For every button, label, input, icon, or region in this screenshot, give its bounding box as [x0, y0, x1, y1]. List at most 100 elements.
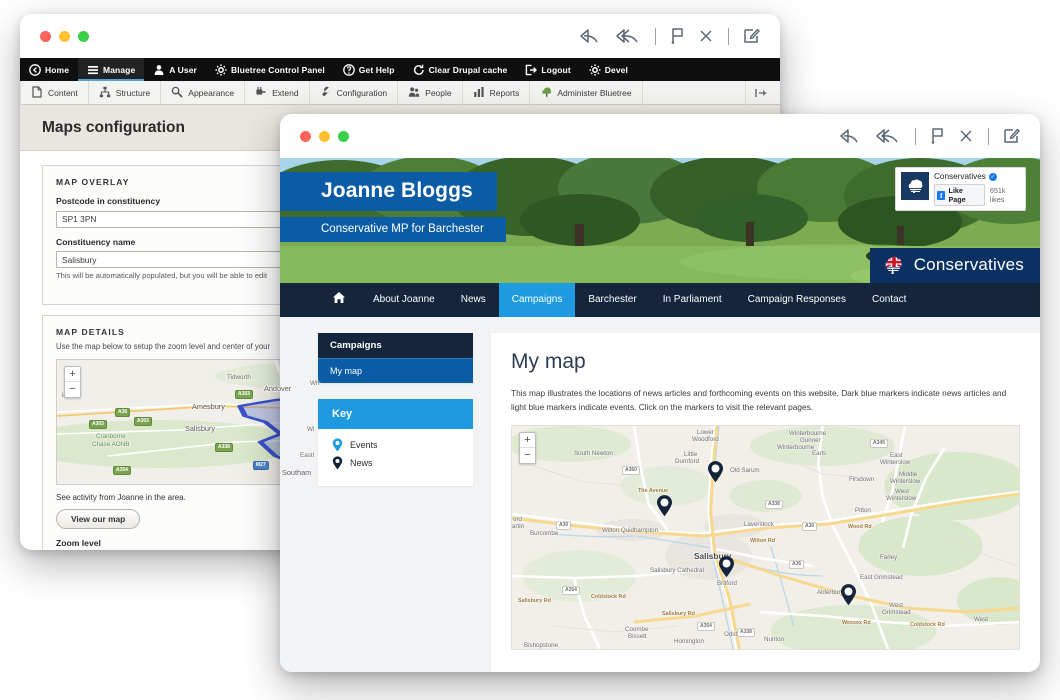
admin-toolbar-label: Home [45, 64, 70, 75]
site-map-place-label: Winterslow [886, 495, 917, 503]
admin-map-road-shield: M27 [253, 460, 269, 470]
logout-icon [525, 64, 538, 76]
admin-traffic-lights[interactable] [20, 30, 89, 42]
manage-menu-item-reports[interactable]: Reports [463, 80, 531, 105]
minus-icon[interactable]: − [520, 448, 535, 463]
site-map-road-label: A338 [737, 628, 755, 638]
admin-toolbar-item-get-help[interactable]: Get Help [334, 58, 404, 81]
site-map-place-label: Old Sarum [730, 467, 760, 475]
admin-toolbar-item-logout[interactable]: Logout [516, 58, 579, 81]
back-arrow-icon[interactable] [579, 27, 601, 45]
site-map-road-label: A354 [562, 586, 580, 596]
marker-wilton[interactable] [656, 495, 673, 517]
close-x-icon[interactable] [698, 27, 714, 45]
site-map-road-label: Salisbury Rd [518, 598, 551, 605]
conservatives-brand-logo[interactable]: Conservatives [869, 248, 1040, 283]
site-map-zoom-control[interactable]: + − [519, 432, 536, 465]
home-icon[interactable] [318, 283, 360, 317]
site-map-road-label: The Avenue [638, 488, 669, 495]
minimize-window-button[interactable] [319, 130, 330, 142]
compose-icon[interactable] [743, 27, 760, 45]
close-window-button[interactable] [40, 30, 51, 42]
admin-map-zoom-control[interactable]: + − [64, 365, 81, 398]
back-all-arrow-icon[interactable] [875, 127, 901, 145]
compose-icon[interactable] [1003, 127, 1020, 145]
manage-menu-item-appearance[interactable]: Appearance [161, 80, 246, 105]
admin-toolbar-item-clear-drupal-cache[interactable]: Clear Drupal cache [404, 58, 517, 81]
marker-salisbury[interactable] [718, 556, 735, 578]
site-map-place-label: Winterbourne [777, 444, 815, 452]
nav-item-in-parliament[interactable]: In Parliament [650, 283, 735, 317]
back-all-arrow-icon[interactable] [615, 27, 641, 45]
maximize-window-button[interactable] [78, 30, 89, 42]
map-key-block: Key Events News [318, 399, 473, 486]
mp-name-banner: Joanne Bloggs [280, 172, 497, 211]
manage-menu-item-extend[interactable]: Extend [245, 80, 310, 105]
marker-alderbury[interactable] [840, 584, 857, 606]
minimize-window-button[interactable] [59, 30, 70, 42]
nav-item-campaigns[interactable]: Campaigns [498, 283, 576, 317]
map-pin-icon [332, 438, 343, 452]
site-map-place-label: Pitton [855, 507, 871, 515]
admin-toolbar-label: Logout [541, 64, 571, 75]
flag-icon[interactable] [930, 127, 944, 145]
site-traffic-lights[interactable] [280, 130, 349, 142]
site-main-navigation[interactable]: About Joanne News Campaigns Barchester In Pa… [280, 283, 1040, 317]
site-map-place-label: Firsdown [849, 476, 875, 484]
manage-menu-item-structure[interactable]: Structure [89, 80, 162, 105]
refresh-icon [413, 64, 425, 76]
toolbar-divider [728, 27, 729, 45]
close-x-icon[interactable] [958, 127, 974, 145]
content-title: My map [511, 350, 586, 373]
manage-menu-item-administer-bluetree[interactable]: Administer Bluetree [530, 80, 643, 105]
plus-icon[interactable]: + [65, 367, 80, 382]
facebook-like-page-button[interactable]: f Like Page [934, 184, 985, 206]
admin-toolbar-item-bluetree-control-panel[interactable]: Bluetree Control Panel [206, 58, 334, 81]
close-window-button[interactable] [300, 130, 311, 142]
admin-toolbar-item-a-user[interactable]: A User [144, 58, 206, 81]
plus-icon[interactable]: + [520, 433, 535, 449]
campaign-locations-map[interactable]: + − Lower Woodford Winterbourne Gunner Winte… [511, 425, 1020, 651]
home-back-icon [29, 63, 41, 76]
sidebar-campaigns-heading: Campaigns [318, 333, 473, 358]
minus-icon[interactable]: − [65, 382, 80, 397]
admin-toolbar-item-home[interactable]: Home [20, 58, 78, 81]
drupal-admin-toolbar[interactable]: Home Manage A User Bluetree Control Panel Ge… [20, 58, 780, 81]
nav-item-about-joanne[interactable]: About Joanne [360, 283, 448, 317]
main-content-card: My map This map illustrates the location… [491, 333, 1040, 672]
back-arrow-icon[interactable] [839, 127, 861, 145]
flag-icon[interactable] [670, 27, 684, 45]
toolbar-divider [655, 27, 656, 45]
manage-menu-item-configuration[interactable]: Configuration [310, 80, 399, 105]
drupal-manage-menu[interactable]: Content Structure Appearance Extend Configur… [20, 80, 780, 105]
admin-toolbar-item-manage[interactable]: Manage [78, 58, 145, 81]
manage-menu-label: Content [48, 87, 78, 98]
map-intro-text: This map illustrates the locations of ne… [511, 388, 1007, 412]
admin-map-road-shield: A36 [115, 407, 131, 417]
nav-item-barchester[interactable]: Barchester [575, 283, 649, 317]
nav-item-contact[interactable]: Contact [859, 283, 919, 317]
nav-item-news[interactable]: News [448, 283, 499, 317]
question-icon [342, 63, 355, 76]
manage-menu-item-content[interactable]: Content [20, 80, 89, 105]
admin-toolbar-item-devel[interactable]: Devel [580, 58, 637, 81]
key-heading: Key [318, 399, 473, 429]
site-map-place-label: Nunton [764, 636, 784, 644]
manage-menu-label: Extend [272, 87, 299, 98]
admin-map-label: Salisbury [185, 423, 216, 433]
wrench-icon [320, 86, 332, 100]
conservatives-brand-name: Conservatives [913, 255, 1024, 274]
nav-item-campaign-responses[interactable]: Campaign Responses [735, 283, 859, 317]
panel-collapse-icon[interactable] [745, 81, 776, 105]
site-map-place-label: Winterslow [890, 478, 921, 486]
gear-icon [215, 64, 227, 76]
admin-map-label: Wi [307, 425, 315, 433]
maximize-window-button[interactable] [338, 130, 349, 142]
manage-menu-label: Structure [115, 87, 151, 98]
manage-menu-item-people[interactable]: People [398, 80, 463, 105]
view-our-map-button[interactable]: View our map [56, 508, 141, 529]
sidebar-item-my-map[interactable]: My map [318, 358, 473, 383]
marker-old-sarum[interactable] [707, 461, 724, 483]
admin-map-label: Cranborne [96, 432, 126, 440]
facebook-page-widget[interactable]: Conservatives ✓ f Like Page 651k likes [895, 167, 1026, 211]
